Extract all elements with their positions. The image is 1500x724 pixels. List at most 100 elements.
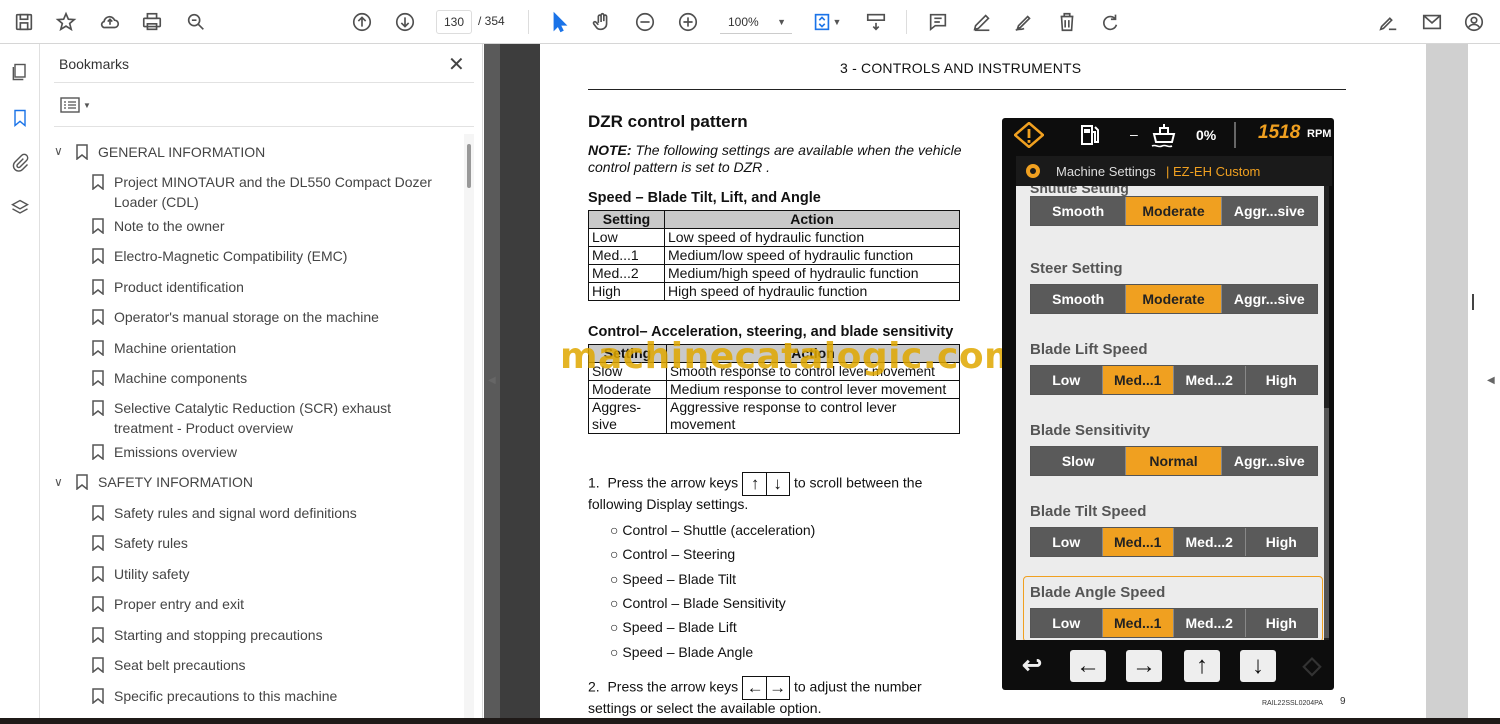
delete-icon[interactable] — [1053, 8, 1081, 36]
option-selected[interactable]: Moderate — [1126, 285, 1222, 313]
separator — [528, 10, 529, 34]
option[interactable]: High — [1246, 366, 1318, 394]
option-selected[interactable]: Med...1 — [1102, 366, 1174, 394]
scrollbar-thumb[interactable] — [467, 144, 471, 188]
option[interactable]: Med...2 — [1174, 609, 1246, 637]
list-options-icon — [60, 97, 80, 113]
table-row: Low Low speed of hydraulic function — [588, 228, 960, 247]
table-cell: Medium/low speed of hydraulic function — [664, 246, 960, 265]
attachment-icon[interactable] — [8, 150, 32, 174]
draw-icon[interactable] — [1010, 8, 1038, 36]
page-up-icon[interactable] — [348, 8, 376, 36]
display-scroll-thumb — [1324, 408, 1329, 638]
setting-label: Blade Sensitivity — [1030, 422, 1151, 439]
account-icon[interactable] — [1460, 8, 1488, 36]
zoom-search-icon[interactable] — [182, 8, 210, 36]
collapse-right-icon[interactable]: ◀ — [1487, 375, 1495, 386]
sign-icon[interactable] — [1374, 8, 1402, 36]
fuel-level: – — [1130, 126, 1138, 142]
table-cell: Medium/high speed of hydraulic function — [664, 264, 960, 283]
bookmark-label: GENERAL INFORMATION — [98, 144, 266, 160]
email-icon[interactable] — [1418, 8, 1446, 36]
option[interactable]: Smooth — [1031, 285, 1127, 313]
print-icon[interactable] — [138, 8, 166, 36]
bookmark-label: Machine orientation — [114, 340, 237, 356]
option[interactable]: Slow — [1031, 447, 1127, 475]
option-selected[interactable]: Med...1 — [1102, 609, 1174, 637]
comment-icon[interactable] — [924, 8, 952, 36]
confirm-icon: ◇ — [1302, 652, 1322, 679]
option[interactable]: Low — [1031, 609, 1103, 637]
option[interactable]: Med...2 — [1174, 366, 1246, 394]
option[interactable]: Aggr...sive — [1222, 285, 1317, 313]
scrollbar-track[interactable] — [464, 134, 474, 724]
rpm-unit: RPM — [1307, 128, 1332, 140]
option[interactable]: High — [1246, 528, 1318, 556]
page-number-input[interactable]: 130 — [436, 10, 472, 34]
bookmark-icon — [92, 596, 104, 613]
arrow-down-icon: ↓ — [1240, 650, 1276, 682]
warning-icon — [1014, 122, 1044, 148]
bookmark-icon — [92, 505, 104, 522]
arrow-left-icon: ← — [1070, 650, 1106, 682]
segmented-control[interactable]: Low Med...1 Med...2 High — [1030, 365, 1318, 395]
segmented-control[interactable]: Slow Normal Aggr...sive — [1030, 446, 1318, 476]
pages-icon[interactable] — [8, 60, 32, 84]
option[interactable]: Aggr...sive — [1222, 197, 1317, 225]
zoom-select[interactable]: 100% ▼ — [720, 10, 792, 34]
list-item: ○ Control – Blade Sensitivity — [610, 595, 786, 611]
scroll-mode-icon[interactable] — [862, 8, 890, 36]
hand-tool-icon[interactable] — [588, 8, 616, 36]
bookmark-label: Safety rules and signal word definitions — [114, 505, 357, 521]
bookmark-label: Product identification — [114, 279, 244, 295]
option-selected[interactable]: Med...1 — [1102, 528, 1174, 556]
bookmark-label: Utility safety — [114, 566, 190, 582]
page-gutter — [1426, 44, 1468, 724]
setting-label: Blade Tilt Speed — [1030, 503, 1147, 520]
save-icon[interactable] — [10, 8, 38, 36]
chevron-down-icon[interactable]: ▼ — [830, 8, 844, 36]
option[interactable]: High — [1246, 609, 1318, 637]
table-cell: Medium response to control lever movemen… — [666, 380, 960, 399]
step-1: 1. Press the arrow keys ↑ ↓ to scroll bet… — [588, 472, 958, 513]
chevron-down-icon[interactable]: ∨ — [54, 475, 63, 489]
bookmark-label: Electro-Magnetic Compatibility (EMC) — [114, 248, 348, 264]
layers-icon[interactable] — [8, 196, 32, 220]
column-header: Action — [664, 210, 960, 229]
bookmark-options-button[interactable]: ▼ — [60, 94, 96, 116]
display-nav-bar: ↩ ← → ↑ ↓ ◇ — [1002, 644, 1334, 690]
option[interactable]: Med...2 — [1174, 528, 1246, 556]
close-icon[interactable]: ✕ — [448, 52, 465, 77]
zoom-out-icon[interactable] — [631, 8, 659, 36]
highlight-pen-icon[interactable] — [968, 8, 996, 36]
page-down-icon[interactable] — [391, 8, 419, 36]
table-header-row: Setting Action — [588, 210, 960, 229]
segmented-control[interactable]: Low Med...1 Med...2 High — [1030, 527, 1318, 557]
bookmark-label: Machine components — [114, 370, 248, 386]
redo-icon[interactable] — [1096, 8, 1124, 36]
option[interactable]: Low — [1031, 528, 1103, 556]
segmented-control[interactable]: Low Med...1 Med...2 High — [1030, 608, 1318, 638]
scroll-indicator[interactable] — [1472, 294, 1474, 310]
bookmark-label: Operator's manual storage on the machine — [114, 309, 379, 325]
bookmark-icon[interactable] — [8, 106, 32, 130]
option[interactable]: Aggr...sive — [1222, 447, 1317, 475]
option-selected[interactable]: Moderate — [1126, 197, 1222, 225]
segmented-control[interactable]: Smooth Moderate Aggr...sive — [1030, 196, 1318, 226]
toolbar: 130 / 354 100% ▼ ▼ — [0, 0, 1500, 44]
bookmark-label: SAFETY INFORMATION — [98, 474, 254, 490]
watermark: machinecatalogic.com — [560, 336, 1023, 377]
select-cursor-icon[interactable] — [545, 8, 573, 36]
collapse-left-icon[interactable]: ◀ — [488, 375, 496, 386]
zoom-in-icon[interactable] — [674, 8, 702, 36]
star-icon[interactable] — [52, 8, 80, 36]
chevron-down-icon[interactable]: ∨ — [54, 144, 63, 158]
table-row: Med...1 Medium/low speed of hydraulic fun… — [588, 246, 960, 265]
segmented-control[interactable]: Smooth Moderate Aggr...sive — [1030, 284, 1318, 314]
option-selected[interactable]: Normal — [1126, 447, 1222, 475]
option[interactable]: Smooth — [1031, 197, 1127, 225]
cloud-upload-icon[interactable] — [96, 8, 124, 36]
settings-gear-icon — [1026, 164, 1040, 178]
option[interactable]: Low — [1031, 366, 1103, 394]
bookmark-label: Project MINOTAUR and the DL550 Compact D… — [114, 174, 432, 210]
